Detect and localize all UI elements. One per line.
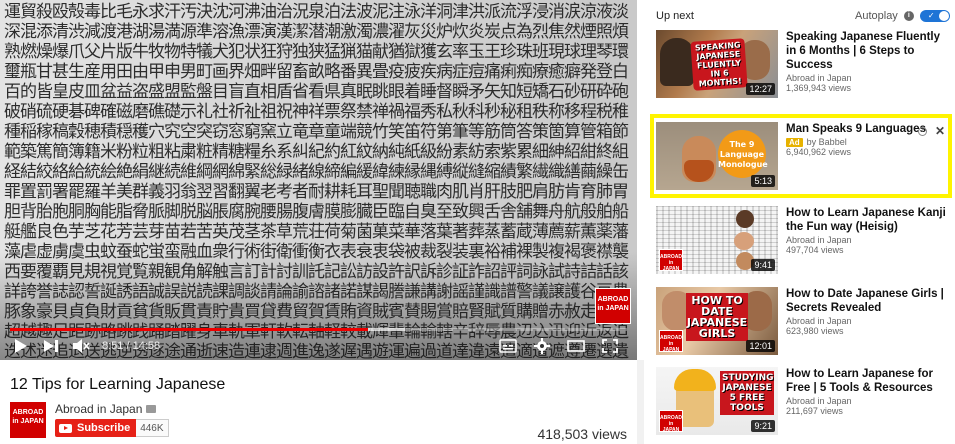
ad-controls: i ✕	[917, 125, 945, 137]
progress-played	[10, 328, 368, 331]
video-title-link[interactable]: How to Learn Japanese for Free | 5 Tools…	[786, 367, 946, 395]
duration-badge: 9:21	[751, 420, 775, 432]
thumbnail-caption: HOW TO DATE JAPANESE GIRLS	[686, 293, 748, 341]
thumbnail-caption: The 9 Language Monologue	[718, 130, 768, 178]
fullscreen-button[interactable]	[599, 335, 621, 357]
video-title-link[interactable]: How to Date Japanese Girls | Secrets Rev…	[786, 287, 946, 315]
video-thumbnail[interactable]: ABROAD in JAPAN 9:41	[656, 206, 778, 274]
theater-mode-button[interactable]	[565, 335, 587, 357]
video-title-link[interactable]: Speaking Japanese Fluently in 6 Months |…	[786, 30, 946, 72]
next-button[interactable]	[40, 335, 62, 357]
subtitles-icon	[499, 339, 517, 353]
video-views: 497,704 views	[786, 245, 844, 255]
up-next-heading: Up next	[656, 10, 694, 22]
time-total: 14:58	[132, 340, 161, 352]
video-thumbnail[interactable]: The 9 Language Monologue 5:13	[656, 122, 778, 190]
channel-avatar[interactable]: ABROAD in JAPAN	[10, 402, 46, 438]
up-next-video[interactable]: ABROAD in JAPAN 9:41 How to Learn Japane…	[656, 206, 951, 280]
video-title-link[interactable]: How to Learn Japanese Kanji the Fun way …	[786, 206, 946, 234]
video-thumbnail[interactable]: HOW TO DATE JAPANESE GIRLS ABROAD in JAP…	[656, 287, 778, 355]
video-channel: Abroad in Japan	[786, 235, 852, 245]
video-thumbnail[interactable]: SPEAKING JAPANESE FLUENTLY IN 6 MONTHS! …	[656, 30, 778, 98]
video-title: 12 Tips for Learning Japanese	[10, 376, 226, 393]
video-channel: by Babbel	[806, 137, 847, 147]
settings-icon	[534, 338, 550, 354]
video-frame-kanji: 運貿殺殴殻毒比毛永求汗汚決沈河沸油治況泉泊法波泥注泳洋洞津洪派流浮浸消涙涼液淡深…	[0, 0, 637, 360]
subscribe-button[interactable]: Subscribe	[55, 419, 137, 437]
mute-icon	[73, 339, 90, 353]
video-channel: Abroad in Japan	[786, 316, 852, 326]
time-separator: /	[126, 340, 130, 352]
autoplay-control: Autoplay i ✓	[855, 10, 950, 22]
duration-badge: 12:01	[746, 340, 775, 352]
up-next-ad[interactable]: The 9 Language Monologue 5:13 Man Speaks…	[656, 122, 951, 196]
channel-name-row: Abroad in Japan	[55, 402, 157, 416]
autoplay-toggle[interactable]: ✓	[919, 10, 950, 22]
video-meta: How to Learn Japanese Kanji the Fun way …	[786, 206, 946, 255]
view-count: 418,503 views	[537, 426, 627, 442]
panel-gap	[637, 360, 644, 444]
up-next-video[interactable]: SPEAKING JAPANESE FLUENTLY IN 6 MONTHS! …	[656, 30, 951, 104]
thumbnail-anime-hair	[674, 369, 716, 391]
close-icon[interactable]: ✕	[935, 125, 945, 137]
fullscreen-icon	[602, 339, 618, 353]
video-meta: How to Date Japanese Girls | Secrets Rev…	[786, 287, 946, 336]
video-views: 623,980 views	[786, 326, 844, 336]
channel-name-link[interactable]: Abroad in Japan	[55, 402, 142, 416]
play-icon	[15, 339, 27, 353]
subscribe-group: Subscribe 446K	[55, 419, 169, 437]
progress-bar[interactable]	[10, 328, 627, 331]
video-views: 211,697 views	[786, 406, 843, 416]
subscriber-count: 446K	[136, 419, 169, 437]
youtube-play-icon	[59, 423, 72, 433]
video-views: 1,369,943 views	[786, 83, 852, 93]
ad-info-icon[interactable]: i	[917, 126, 927, 136]
progress-buffered	[367, 328, 405, 331]
ad-advertiser: Ad by Babbel	[786, 137, 946, 147]
video-channel: Abroad in Japan	[786, 396, 852, 406]
thumbnail-face	[736, 210, 754, 228]
check-icon: ✓	[927, 11, 935, 20]
subscribe-label: Subscribe	[77, 422, 131, 434]
channel-watermark[interactable]: ABROAD in JAPAN	[595, 288, 631, 324]
theater-icon	[567, 340, 585, 352]
next-icon	[44, 340, 58, 352]
video-channel: Abroad in Japan	[786, 73, 852, 83]
video-meta: How to Learn Japanese for Free | 5 Tools…	[786, 367, 946, 416]
video-views: 6,940,962 views	[786, 147, 852, 157]
duration-badge: 9:41	[751, 259, 775, 271]
duration-badge: 12:27	[746, 83, 775, 95]
duration-badge: 5:13	[751, 175, 775, 187]
settings-button[interactable]	[531, 335, 553, 357]
verified-icon	[146, 405, 157, 413]
play-button[interactable]	[10, 335, 32, 357]
player-controls: 8:51 / 14:58	[0, 332, 637, 360]
up-next-sidebar: Up next Autoplay i ✓ SPEAKING JAPANESE F…	[645, 0, 955, 444]
video-thumbnail[interactable]: STUDYING JAPANESE 5 FREE TOOLS ABROAD in…	[656, 367, 778, 435]
thumbnail-face	[734, 232, 754, 250]
video-player[interactable]: 運貿殺殴殻毒比毛永求汗汚決沈河沸油治況泉泊法波泥注泳洋洞津洪派流浮浸消涙涼液淡深…	[0, 0, 637, 360]
ad-badge: Ad	[786, 138, 803, 147]
time-current: 8:51	[102, 340, 124, 352]
thumbnail-caption: SPEAKING JAPANESE FLUENTLY IN 6 MONTHS!	[690, 38, 748, 91]
subtitles-button[interactable]	[497, 335, 519, 357]
time-display: 8:51 / 14:58	[102, 340, 160, 352]
youtube-watch-page: 運貿殺殴殻毒比毛永求汗汚決沈河沸油治況泉泊法波泥注泳洋洞津洪派流浮浸消涙涼液淡深…	[0, 0, 955, 444]
player-controls-right	[491, 335, 627, 357]
up-next-video[interactable]: STUDYING JAPANESE 5 FREE TOOLS ABROAD in…	[656, 367, 951, 441]
channel-logo-badge: ABROAD in JAPAN	[659, 330, 683, 353]
thumbnail-caption: STUDYING JAPANESE 5 FREE TOOLS	[720, 371, 774, 415]
thumbnail-person	[660, 38, 694, 86]
video-meta: Speaking Japanese Fluently in 6 Months |…	[786, 30, 946, 93]
autoplay-label: Autoplay	[855, 10, 898, 22]
channel-logo-badge: ABROAD in JAPAN	[659, 249, 683, 272]
up-next-video[interactable]: HOW TO DATE JAPANESE GIRLS ABROAD in JAP…	[656, 287, 951, 361]
channel-logo-badge: ABROAD in JAPAN	[659, 410, 683, 433]
info-icon[interactable]: i	[903, 11, 914, 21]
mute-button[interactable]	[70, 335, 92, 357]
